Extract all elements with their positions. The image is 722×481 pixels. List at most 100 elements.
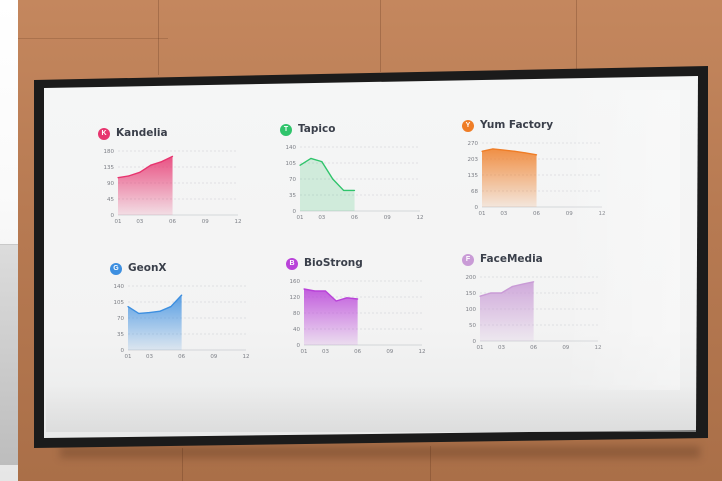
biostrong-logo-icon: B [286, 258, 298, 270]
data-point [335, 300, 337, 302]
data-point [525, 152, 527, 154]
facemedia-logo-icon: F [462, 254, 474, 266]
series-area [300, 158, 355, 211]
data-point [128, 175, 130, 177]
x-tick-label: 12 [419, 349, 426, 355]
y-tick-label: 160 [290, 279, 301, 285]
data-point [522, 283, 524, 285]
y-tick-label: 203 [468, 157, 479, 163]
x-tick-label: 01 [297, 215, 304, 221]
chart-panel-yum-factory: Y Yum Factory 270 203 135 68 0 01 03 06 09 12 [462, 119, 632, 239]
x-tick-label: 12 [417, 215, 424, 221]
tapico-chart: 1401057035001 03 06 09 12 [286, 145, 424, 221]
chart-panel-geonx: G GeonX 140 105 70 35 0 01 03 06 09 12 [110, 262, 280, 382]
chart-panel-tapico: T Tapico 140 105 70 35 0 01 03 06 09 12 [280, 123, 450, 243]
biostrong-chart: 1601208040001 03 06 09 12 [290, 279, 426, 355]
data-point [481, 150, 483, 152]
y-tick-label: 150 [466, 291, 477, 297]
x-tick-label: 01 [301, 349, 308, 355]
x-tick-label: 06 [533, 211, 540, 217]
data-point [159, 310, 161, 312]
y-tick-label: 270 [468, 141, 479, 147]
x-tick-label: 06 [178, 354, 185, 360]
tapico-logo-icon: T [280, 124, 292, 136]
x-tick-label: 06 [354, 349, 361, 355]
icon-glyph: G [113, 265, 119, 272]
y-tick-label: 40 [293, 327, 300, 333]
icon-glyph: F [465, 256, 471, 263]
data-point [181, 294, 183, 296]
x-tick-label: 09 [202, 219, 209, 225]
x-tick-label: 12 [243, 354, 250, 360]
x-tick-label: 06 [530, 345, 537, 351]
x-tick-label: 09 [562, 345, 569, 351]
data-point [314, 290, 316, 292]
y-tick-label: 105 [286, 161, 297, 167]
x-tick-label: 03 [322, 349, 329, 355]
x-tick-label: 12 [595, 345, 602, 351]
y-tick-label: 35 [289, 193, 296, 199]
y-tick-label: 200 [466, 275, 477, 281]
data-point [321, 161, 323, 163]
x-tick-label: 09 [384, 215, 391, 221]
data-point [479, 295, 481, 297]
data-point [310, 157, 312, 160]
x-tick-label: 06 [169, 219, 176, 225]
y-tick-label: 45 [107, 197, 114, 203]
data-point [346, 297, 348, 299]
y-tick-label: 180 [104, 149, 115, 155]
x-tick-label: 03 [498, 345, 505, 351]
y-tick-label: 140 [114, 284, 125, 290]
data-point [353, 189, 356, 192]
icon-glyph: K [101, 130, 107, 137]
kandelia-chart: 1801359045001 03 06 09 12 [104, 149, 242, 225]
chart-title: Kandelia [116, 127, 168, 139]
data-point [148, 311, 151, 314]
x-tick-label: 09 [386, 349, 393, 355]
x-tick-label: 03 [500, 211, 507, 217]
chart-title: FaceMedia [480, 253, 543, 265]
data-point [500, 292, 503, 294]
wall-panel-seam [380, 0, 381, 72]
x-tick-label: 01 [477, 345, 484, 351]
tv-shadow [60, 446, 700, 458]
yum-factory-logo-icon: Y [462, 120, 474, 132]
y-tick-label: 70 [289, 177, 296, 183]
chart-title: GeonX [128, 262, 167, 274]
x-tick-label: 03 [146, 354, 153, 360]
data-point [150, 164, 152, 166]
chart-title: Tapico [298, 123, 336, 135]
data-point [514, 150, 516, 152]
data-point [139, 171, 141, 173]
x-tick-label: 12 [599, 211, 606, 217]
data-point [303, 288, 305, 290]
y-tick-label: 140 [286, 145, 297, 151]
wall-panel-seam [18, 38, 168, 39]
x-tick-label: 06 [351, 215, 358, 221]
yum-factory-chart: 27020313568001 03 06 09 12 [468, 141, 606, 217]
data-point [299, 164, 301, 166]
chart-title: Yum Factory [480, 119, 554, 131]
x-tick-label: 03 [136, 219, 143, 225]
y-tick-label: 68 [471, 189, 478, 195]
y-tick-label: 105 [114, 300, 125, 306]
data-point [343, 189, 345, 192]
y-tick-label: 135 [468, 173, 479, 179]
chart-title: BioStrong [304, 257, 363, 269]
facemedia-chart: 20015010050001 03 06 09 12 [466, 275, 602, 351]
x-tick-label: 12 [235, 219, 242, 225]
data-point [503, 149, 505, 151]
x-tick-label: 01 [125, 354, 132, 360]
y-tick-label: 80 [293, 311, 300, 317]
data-point [492, 148, 494, 150]
y-tick-label: 35 [117, 332, 124, 338]
data-point [533, 281, 535, 283]
data-point [161, 161, 163, 163]
icon-glyph: T [283, 126, 289, 133]
chart-panel-biostrong: B BioStrong 160 120 80 40 0 01 03 06 09 12 [286, 257, 456, 377]
wall-panel-seam [576, 0, 577, 70]
icon-glyph: Y [465, 122, 471, 129]
data-point [324, 290, 327, 292]
series-area [118, 156, 173, 215]
y-tick-label: 120 [290, 295, 301, 301]
